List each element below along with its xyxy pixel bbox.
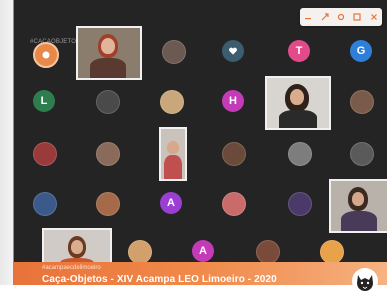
camera-icon (42, 51, 50, 59)
participant-avatar[interactable] (288, 142, 312, 166)
fullscreen-icon[interactable] (352, 12, 362, 22)
participant-avatar[interactable] (320, 240, 344, 264)
participant-avatar[interactable] (162, 40, 186, 64)
mascot-logo (351, 267, 379, 295)
video-tile[interactable] (329, 179, 387, 233)
avatar-initial: G (356, 45, 366, 57)
participant-avatar[interactable] (128, 240, 152, 264)
participant-avatar[interactable]: G (350, 40, 372, 62)
meeting-toolbar (300, 8, 382, 26)
video-tile[interactable] (76, 26, 142, 80)
avatar-initial: A (199, 245, 207, 257)
participant-avatar[interactable] (288, 192, 312, 216)
video-tile[interactable] (159, 127, 187, 181)
avatar-initial: L (40, 95, 48, 107)
participant-avatar[interactable] (33, 42, 59, 68)
avatar-initial: T (295, 45, 303, 57)
participant-avatar[interactable] (350, 90, 374, 114)
participant-avatar[interactable] (222, 192, 246, 216)
participant-avatar[interactable]: H (222, 90, 244, 112)
heart-icon (229, 47, 237, 55)
footer-strip (0, 285, 387, 300)
participant-avatar[interactable]: A (160, 192, 182, 214)
settings-icon[interactable] (336, 12, 346, 22)
participant-avatar[interactable] (256, 240, 280, 264)
avatar-initial: H (229, 95, 237, 107)
event-title: Caça-Objetos - XIV Acampa LEO Limoeiro -… (42, 274, 277, 285)
participant-avatar[interactable]: A (192, 240, 214, 262)
event-hashtag: #acampaecdelimoeiro (42, 265, 101, 271)
avatar-initial: A (167, 197, 175, 209)
expand-icon[interactable] (320, 12, 330, 22)
meeting-window: #CAÇAOBJETOS T G L H A A (0, 0, 387, 300)
video-tile[interactable] (265, 76, 331, 130)
participant-avatar[interactable] (96, 90, 120, 114)
participant-avatar[interactable] (222, 40, 244, 62)
close-icon[interactable] (369, 12, 379, 22)
participant-avatar[interactable] (33, 192, 57, 216)
participant-avatar[interactable] (96, 142, 120, 166)
participant-avatar[interactable] (160, 90, 184, 114)
participant-avatar[interactable] (33, 142, 57, 166)
participant-avatar[interactable] (96, 192, 120, 216)
participant-avatar[interactable] (222, 142, 246, 166)
participant-avatar[interactable]: L (33, 90, 55, 112)
minimize-icon[interactable] (303, 12, 313, 22)
participant-avatar[interactable] (350, 142, 374, 166)
participant-avatar[interactable]: T (288, 40, 310, 62)
